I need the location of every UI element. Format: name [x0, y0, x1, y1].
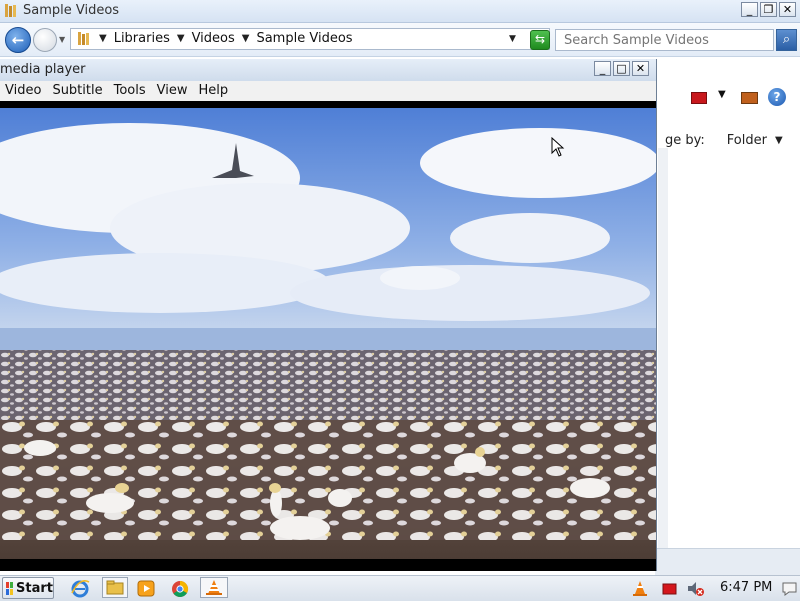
refresh-icon: ⇆	[534, 32, 546, 46]
explorer-window-controls: _ ❐ ✕	[741, 2, 796, 17]
breadcrumb-chevron-icon[interactable]: ▼	[99, 33, 107, 44]
player-menubar: Video Subtitle Tools View Help	[0, 81, 656, 101]
arrange-chevron-icon[interactable]: ▼	[775, 135, 783, 146]
player-title: media player	[0, 62, 86, 77]
breadcrumb-chevron-icon[interactable]: ▼	[242, 33, 250, 44]
arrange-by-dropdown[interactable]: Folder	[727, 133, 767, 148]
back-arrow-icon: ←	[11, 31, 25, 49]
vlc-taskbar-button[interactable]	[200, 577, 228, 598]
action-center-icon[interactable]	[780, 579, 800, 598]
address-bar[interactable]: ▼ Libraries ▼ Videos ▼ Sample Videos ▼	[70, 28, 550, 50]
network-tray-icon[interactable]	[660, 579, 680, 598]
breadcrumb: ▼ Libraries ▼ Videos ▼ Sample Videos	[99, 31, 353, 46]
explorer-command-bar: ▼ ?	[655, 57, 800, 135]
vlc-cone-icon	[206, 580, 222, 595]
menu-view[interactable]: View	[152, 81, 194, 101]
forward-button[interactable]	[33, 28, 57, 52]
explorer-titlebar[interactable]: Sample Videos _ ❐ ✕	[0, 0, 800, 23]
menu-help[interactable]: Help	[194, 81, 235, 101]
menu-tools[interactable]: Tools	[109, 81, 152, 101]
question-icon: ?	[773, 90, 781, 104]
menu-video[interactable]: Video	[0, 81, 47, 101]
mouse-pointer-icon	[551, 137, 565, 157]
magnifier-icon: ⌕	[782, 32, 791, 47]
explorer-scrollbar[interactable]	[658, 148, 668, 548]
breadcrumb-chevron-icon[interactable]: ▼	[177, 33, 185, 44]
player-titlebar[interactable]: media player _ □ ✕	[0, 59, 656, 81]
search-button[interactable]: ⌕	[776, 29, 797, 51]
chrome-icon[interactable]	[170, 579, 190, 598]
arrange-by-control: ge by: Folder ▼	[665, 133, 783, 148]
minimize-button[interactable]: _	[594, 61, 611, 76]
back-button[interactable]: ←	[5, 27, 31, 53]
media-player-icon[interactable]	[136, 579, 156, 598]
file-explorer-taskbar-button[interactable]	[102, 577, 128, 598]
help-button[interactable]: ?	[768, 88, 786, 106]
windows-logo-icon	[6, 581, 14, 595]
search-input[interactable]	[555, 29, 774, 51]
recent-pages-chevron-icon[interactable]: ▼	[59, 35, 65, 44]
folder-icon	[106, 580, 124, 595]
menu-subtitle[interactable]: Subtitle	[47, 81, 108, 101]
refresh-button[interactable]: ⇆	[530, 30, 550, 50]
vlc-tray-icon[interactable]	[630, 579, 650, 598]
breadcrumb-libraries[interactable]: Libraries	[114, 31, 170, 46]
address-dropdown-icon[interactable]: ▼	[509, 34, 516, 44]
explorer-title: Sample Videos	[23, 3, 120, 18]
volume-muted-icon[interactable]	[686, 579, 706, 598]
video-frame-image	[0, 108, 656, 559]
start-label: Start	[16, 580, 53, 596]
view-options-chevron-icon[interactable]: ▼	[718, 89, 726, 100]
folder-library-icon	[78, 32, 89, 45]
internet-explorer-icon[interactable]	[70, 579, 90, 598]
media-player-window: media player _ □ ✕ Video Subtitle Tools …	[0, 59, 657, 571]
change-view-icon[interactable]	[691, 92, 707, 104]
folder-library-icon	[5, 4, 16, 17]
arrange-by-label: ge by:	[665, 133, 705, 148]
preview-pane-icon[interactable]	[741, 92, 758, 104]
explorer-details-pane	[655, 548, 800, 576]
system-clock[interactable]: 6:47 PM	[720, 580, 772, 595]
taskbar: Start 6:47 PM	[0, 575, 800, 601]
close-button[interactable]: ✕	[632, 61, 649, 76]
video-frame[interactable]	[0, 108, 656, 559]
restore-button[interactable]: ❐	[760, 2, 777, 17]
close-button[interactable]: ✕	[779, 2, 796, 17]
breadcrumb-sample-videos[interactable]: Sample Videos	[256, 31, 352, 46]
breadcrumb-videos[interactable]: Videos	[192, 31, 235, 46]
player-window-controls: _ □ ✕	[594, 61, 649, 76]
start-button[interactable]: Start	[2, 577, 54, 599]
maximize-button[interactable]: □	[613, 61, 630, 76]
minimize-button[interactable]: _	[741, 2, 758, 17]
